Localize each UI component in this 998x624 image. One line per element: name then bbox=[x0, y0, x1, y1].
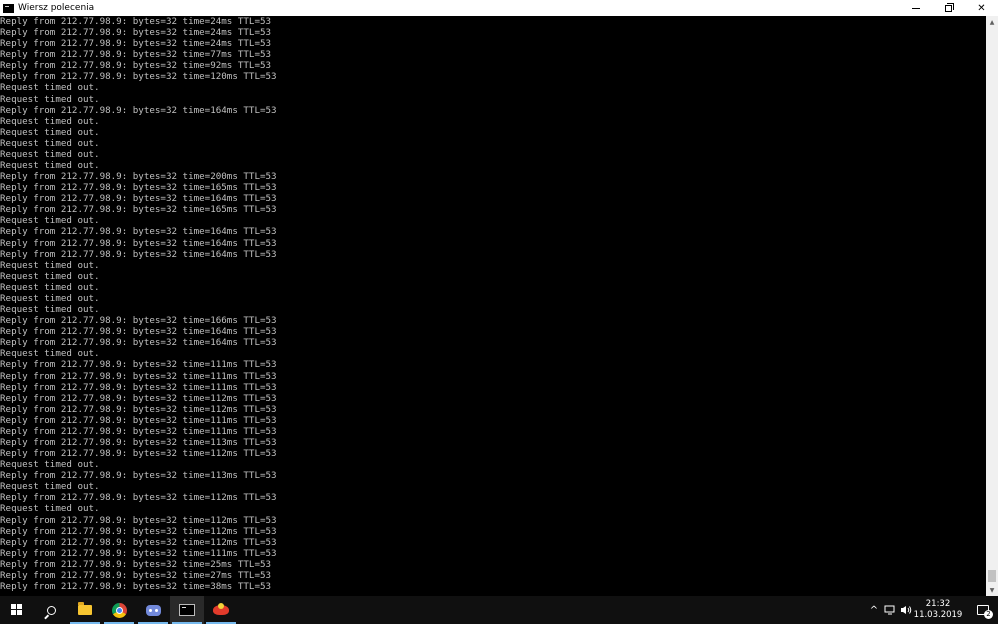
chevron-up-icon: ▲ bbox=[989, 18, 995, 26]
chevron-up-icon: ^ bbox=[869, 604, 879, 616]
console-line: Reply from 212.77.98.9: bytes=32 time=11… bbox=[0, 547, 277, 559]
console-line: Reply from 212.77.98.9: bytes=32 time=12… bbox=[0, 71, 277, 83]
clock-date: 11.03.2019 bbox=[913, 610, 963, 620]
restore-icon bbox=[945, 2, 954, 12]
console-line: Request timed out. bbox=[0, 270, 100, 282]
network-button[interactable] bbox=[882, 596, 898, 624]
console-line: Reply from 212.77.98.9: bytes=32 time=16… bbox=[0, 248, 277, 260]
console-line: Request timed out. bbox=[0, 137, 100, 149]
console-line: Reply from 212.77.98.9: bytes=32 time=11… bbox=[0, 425, 277, 437]
console-line: Request timed out. bbox=[0, 148, 100, 160]
console-line: Request timed out. bbox=[0, 82, 100, 94]
console-line: Reply from 212.77.98.9: bytes=32 time=11… bbox=[0, 448, 277, 460]
console-line: Request timed out. bbox=[0, 292, 100, 304]
discord-icon bbox=[145, 604, 161, 616]
notification-icon: 2 bbox=[977, 605, 993, 619]
clock[interactable]: 21:32 11.03.2019 bbox=[912, 596, 964, 624]
taskbar-command-prompt[interactable] bbox=[170, 596, 204, 624]
scroll-down-button[interactable]: ▼ bbox=[986, 584, 998, 596]
console-line: Request timed out. bbox=[0, 93, 100, 105]
console-line: Reply from 212.77.98.9: bytes=32 time=11… bbox=[0, 525, 277, 537]
console-line: Reply from 212.77.98.9: bytes=32 time=20… bbox=[0, 171, 277, 183]
folder-icon bbox=[78, 602, 92, 615]
console-line: Reply from 212.77.98.9: bytes=32 time=27… bbox=[0, 569, 272, 581]
console-line: Reply from 212.77.98.9: bytes=32 time=16… bbox=[0, 237, 277, 249]
cmd-app-icon bbox=[3, 3, 14, 13]
console-line: Reply from 212.77.98.9: bytes=32 time=16… bbox=[0, 104, 277, 116]
chevron-down-icon: ▼ bbox=[989, 586, 995, 594]
console-line: Reply from 212.77.98.9: bytes=32 time=16… bbox=[0, 315, 277, 327]
console-line: Reply from 212.77.98.9: bytes=32 time=11… bbox=[0, 492, 277, 504]
clock-time: 21:32 bbox=[925, 599, 951, 609]
close-icon: ✕ bbox=[977, 2, 986, 14]
taskbar-game[interactable] bbox=[204, 596, 238, 624]
console-line: Reply from 212.77.98.9: bytes=32 time=38… bbox=[0, 580, 272, 592]
vertical-scrollbar[interactable]: ▲ ▼ bbox=[986, 16, 998, 596]
console-line: Request timed out. bbox=[0, 281, 100, 293]
console-line: Reply from 212.77.98.9: bytes=32 time=11… bbox=[0, 470, 277, 482]
console-line: Reply from 212.77.98.9: bytes=32 time=11… bbox=[0, 392, 277, 404]
console-line: Reply from 212.77.98.9: bytes=32 time=16… bbox=[0, 326, 277, 338]
console-line: Reply from 212.77.98.9: bytes=32 time=11… bbox=[0, 536, 277, 548]
console-line: Reply from 212.77.98.9: bytes=32 time=11… bbox=[0, 403, 277, 415]
game-icon bbox=[213, 603, 229, 617]
console-line: Reply from 212.77.98.9: bytes=32 time=16… bbox=[0, 182, 277, 194]
console-line: Request timed out. bbox=[0, 115, 100, 127]
scrollbar-thumb[interactable] bbox=[988, 570, 996, 582]
console-line: Reply from 212.77.98.9: bytes=32 time=11… bbox=[0, 359, 277, 371]
notification-count-badge: 2 bbox=[984, 610, 993, 619]
console-line: Reply from 212.77.98.9: bytes=32 time=11… bbox=[0, 436, 277, 448]
cmd-icon bbox=[179, 604, 195, 616]
chrome-icon bbox=[111, 602, 127, 618]
console-line: Request timed out. bbox=[0, 126, 100, 138]
start-button[interactable] bbox=[0, 596, 34, 624]
taskbar-discord[interactable] bbox=[136, 596, 170, 624]
taskbar-file-explorer[interactable] bbox=[68, 596, 102, 624]
show-hidden-icons-button[interactable]: ^ bbox=[866, 596, 882, 624]
console-text: Reply from 212.77.98.9: bytes=32 time=24… bbox=[0, 16, 986, 592]
console-line: Reply from 212.77.98.9: bytes=32 time=11… bbox=[0, 414, 277, 426]
network-icon bbox=[884, 605, 895, 615]
windows-icon bbox=[11, 604, 23, 616]
console-line: Reply from 212.77.98.9: bytes=32 time=11… bbox=[0, 370, 277, 382]
action-center-button[interactable]: 2 bbox=[968, 596, 998, 624]
console-line: Request timed out. bbox=[0, 259, 100, 271]
console-line: Reply from 212.77.98.9: bytes=32 time=11… bbox=[0, 381, 277, 393]
minimize-icon bbox=[911, 7, 920, 9]
console-line: Request timed out. bbox=[0, 503, 100, 515]
speaker-icon bbox=[901, 606, 912, 614]
console-line: Reply from 212.77.98.9: bytes=32 time=16… bbox=[0, 193, 277, 205]
taskbar-chrome[interactable] bbox=[102, 596, 136, 624]
console-line: Reply from 212.77.98.9: bytes=32 time=25… bbox=[0, 558, 272, 570]
scroll-up-button[interactable]: ▲ bbox=[986, 16, 998, 28]
search-icon bbox=[46, 605, 56, 615]
console-line: Request timed out. bbox=[0, 348, 100, 360]
console-output[interactable]: Reply from 212.77.98.9: bytes=32 time=24… bbox=[0, 16, 986, 596]
close-button[interactable]: ✕ bbox=[965, 0, 998, 16]
console-line: Reply from 212.77.98.9: bytes=32 time=24… bbox=[0, 38, 272, 50]
console-line: Reply from 212.77.98.9: bytes=32 time=24… bbox=[0, 27, 272, 39]
console-line: Reply from 212.77.98.9: bytes=32 time=11… bbox=[0, 514, 277, 526]
taskbar: ^ 21:32 11.03.2019 2 bbox=[0, 596, 998, 624]
console-line: Request timed out. bbox=[0, 481, 100, 493]
console-line: Request timed out. bbox=[0, 459, 100, 471]
console-line: Reply from 212.77.98.9: bytes=32 time=16… bbox=[0, 337, 277, 349]
console-line: Reply from 212.77.98.9: bytes=32 time=77… bbox=[0, 49, 272, 61]
maximize-button[interactable] bbox=[932, 0, 965, 16]
console-line: Reply from 212.77.98.9: bytes=32 time=16… bbox=[0, 204, 277, 216]
minimize-button[interactable] bbox=[899, 0, 932, 16]
window-title: Wiersz polecenia bbox=[18, 3, 95, 13]
window-titlebar[interactable]: Wiersz polecenia ✕ bbox=[0, 0, 998, 16]
console-line: Request timed out. bbox=[0, 160, 100, 172]
console-line: Request timed out. bbox=[0, 304, 100, 316]
window-controls: ✕ bbox=[899, 0, 998, 16]
console-line: Reply from 212.77.98.9: bytes=32 time=16… bbox=[0, 226, 277, 238]
console-line: Request timed out. bbox=[0, 215, 100, 227]
console-line: Reply from 212.77.98.9: bytes=32 time=24… bbox=[0, 16, 272, 27]
console-line: Reply from 212.77.98.9: bytes=32 time=92… bbox=[0, 60, 272, 72]
search-button[interactable] bbox=[34, 596, 68, 624]
